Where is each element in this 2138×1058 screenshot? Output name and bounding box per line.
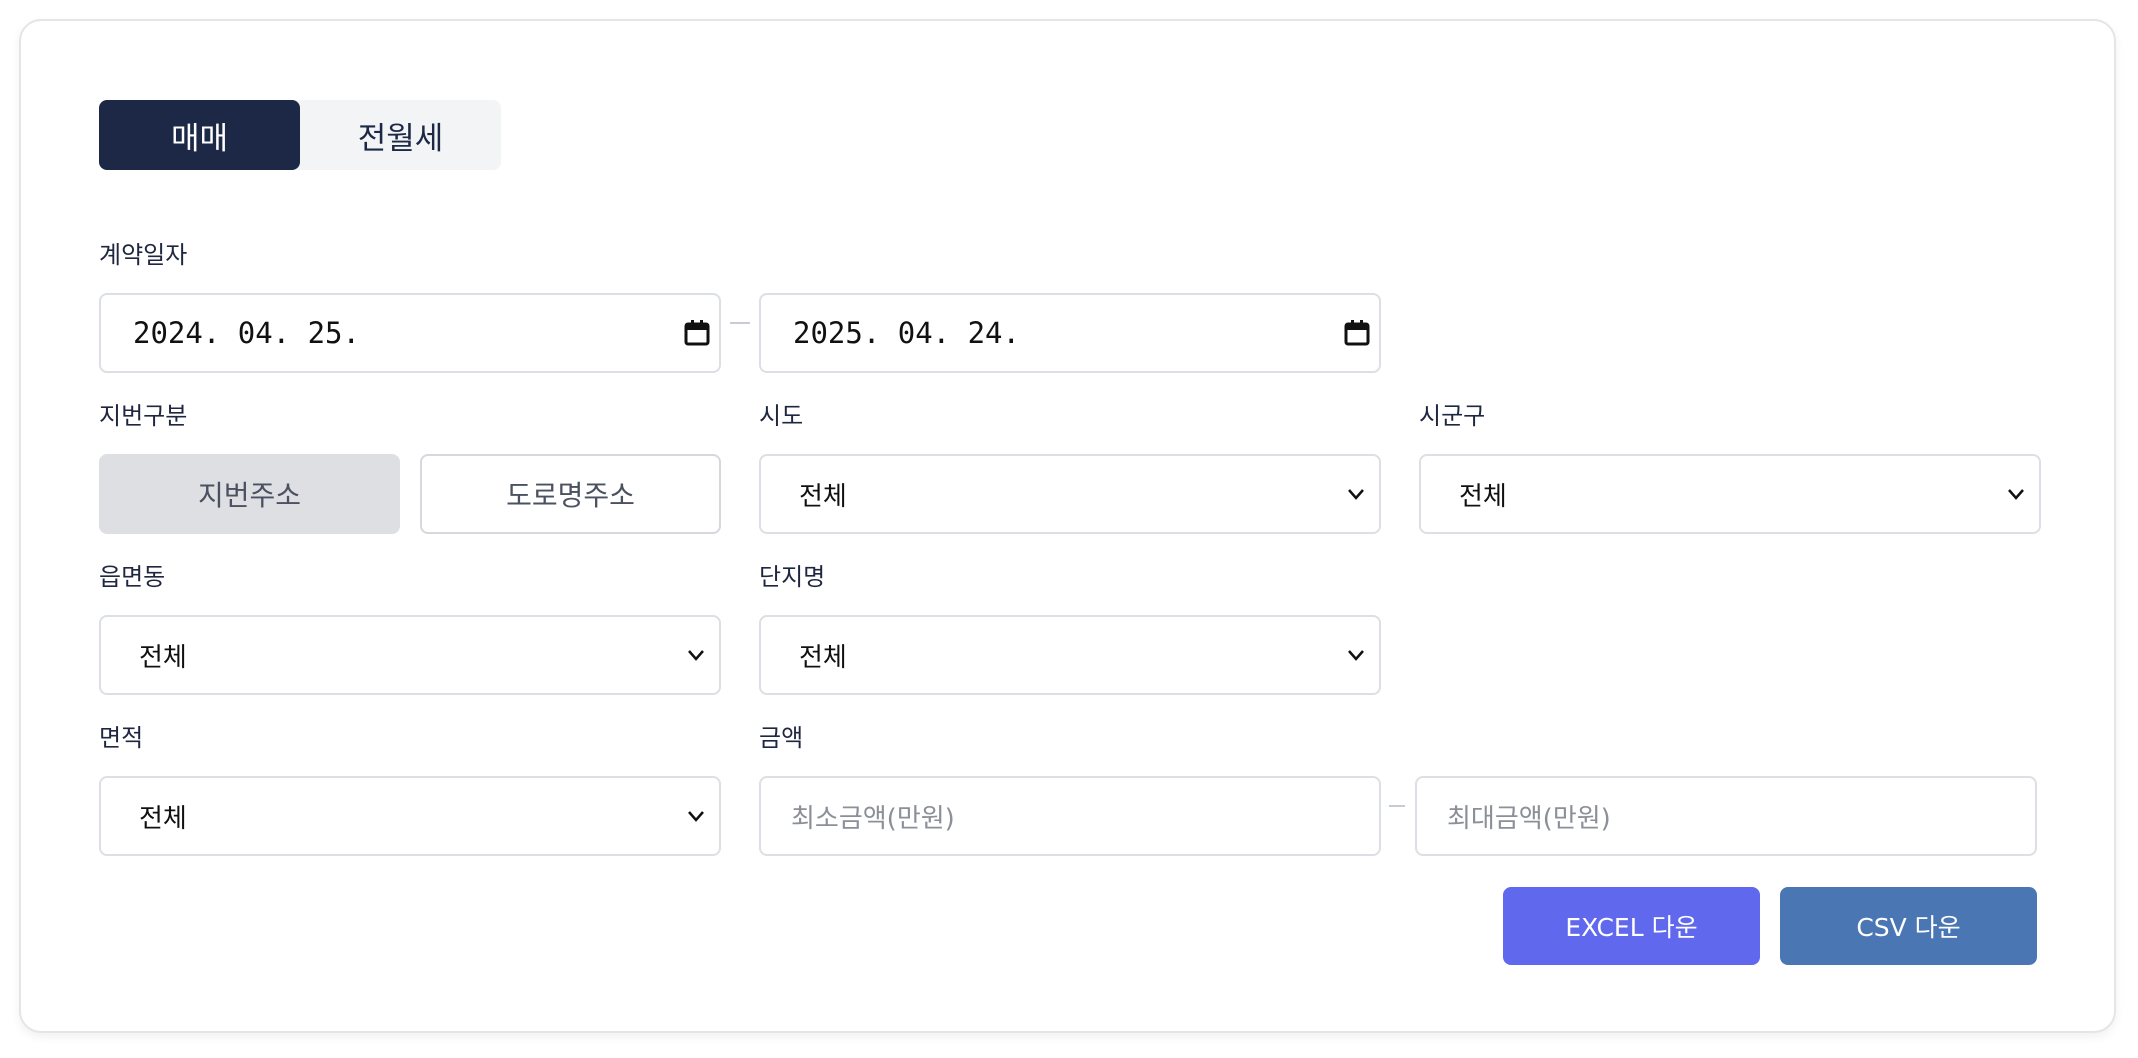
road-address-button[interactable]: 도로명주소 [420,454,721,534]
sido-label: 시도 [759,402,804,430]
sido-selected-value: 전체 [799,481,847,512]
calendar-icon[interactable] [683,319,711,347]
complex-select[interactable]: 전체 [759,615,1381,695]
lot-address-button[interactable]: 지번주소 [99,454,400,534]
price-max-placeholder: 최대금액(만원) [1447,803,1611,834]
date-range-separator [730,322,750,324]
eupmyeondong-select[interactable]: 전체 [99,615,721,695]
price-min-input[interactable]: 최소금액(만원) [759,776,1381,856]
tab-sale[interactable]: 매매 [99,100,300,170]
price-range-separator [1389,805,1405,807]
chevron-down-icon [1348,489,1364,500]
chevron-down-icon [2008,489,2024,500]
chevron-down-icon [688,650,704,661]
sido-select[interactable]: 전체 [759,454,1381,534]
contract-date-end-input[interactable]: 2025. 04. 24. [759,293,1381,373]
eupmyeondong-selected-value: 전체 [139,642,187,673]
contract-date-start-value: 2024. 04. 25. [133,316,360,350]
calendar-icon[interactable] [1343,319,1371,347]
trade-type-tabs: 매매 전월세 [99,100,501,170]
contract-date-label: 계약일자 [99,241,188,269]
contract-date-start-input[interactable]: 2024. 04. 25. [99,293,721,373]
sigungu-selected-value: 전체 [1459,481,1507,512]
csv-download-button[interactable]: CSV 다운 [1780,887,2037,965]
eupmyeondong-label: 읍면동 [99,563,166,591]
area-label: 면적 [99,724,144,752]
chevron-down-icon [1348,650,1364,661]
sigungu-select[interactable]: 전체 [1419,454,2041,534]
area-select[interactable]: 전체 [99,776,721,856]
contract-date-end-value: 2025. 04. 24. [793,316,1020,350]
excel-download-button[interactable]: EXCEL 다운 [1503,887,1760,965]
price-min-placeholder: 최소금액(만원) [791,803,955,834]
complex-selected-value: 전체 [799,642,847,673]
complex-label: 단지명 [759,563,826,591]
sigungu-label: 시군구 [1419,402,1486,430]
price-label: 금액 [759,724,804,752]
chevron-down-icon [688,811,704,822]
address-type-label: 지번구분 [99,402,188,430]
price-max-input[interactable]: 최대금액(만원) [1415,776,2037,856]
area-selected-value: 전체 [139,803,187,834]
tab-rent[interactable]: 전월세 [300,100,501,170]
